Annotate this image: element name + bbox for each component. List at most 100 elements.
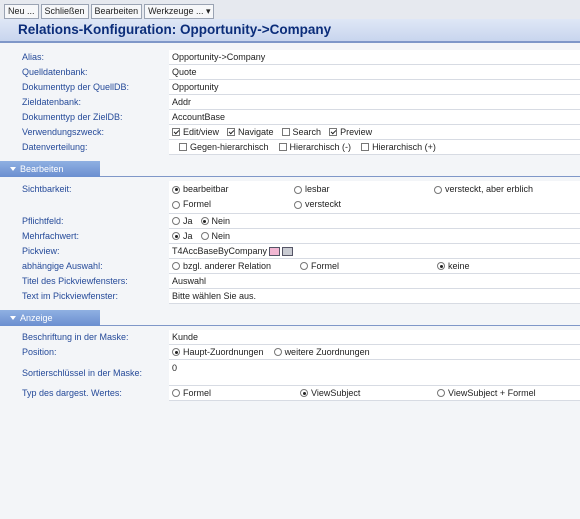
tools-dropdown-button[interactable]: Werkzeuge ... ▾ [144, 3, 215, 19]
target-db-row: Zieldatenbank: Addr [0, 95, 580, 110]
target-db-label: Zieldatenbank: [22, 97, 82, 107]
checkbox-icon[interactable] [278, 143, 287, 151]
edit-button[interactable]: Bearbeiten [90, 3, 143, 19]
position-option-other[interactable]: weitere Zuordnungen [273, 346, 370, 359]
radio-icon[interactable] [172, 217, 180, 225]
radio-icon[interactable] [300, 389, 308, 397]
position-option-main[interactable]: Haupt-Zuordnungen [172, 346, 264, 359]
caption-value[interactable]: Kunde [169, 330, 580, 345]
required-option-no[interactable]: Nein [200, 215, 231, 228]
usage-option-preview[interactable]: Preview [329, 126, 372, 139]
doc-type-target-label: Dokumenttyp der ZielDB: [22, 112, 123, 122]
type-option-viewsubject[interactable]: ViewSubject [300, 387, 437, 400]
doc-type-target-value[interactable]: AccountBase [169, 110, 580, 125]
source-db-value[interactable]: Quote [169, 65, 580, 80]
display-section: Beschriftung in der Maske: Kunde Positio… [0, 330, 580, 401]
usage-options: Edit/view Navigate Search Preview [169, 125, 580, 140]
dependent-option-label: Formel [311, 260, 340, 271]
multi-option-label: Nein [211, 230, 231, 241]
visibility-options: bearbeitbar lesbar versteckt, aber erbli… [169, 181, 580, 214]
data-dist-option-counter[interactable]: Gegen-hierarchisch [179, 141, 269, 154]
radio-icon[interactable] [200, 217, 209, 225]
radio-icon[interactable] [434, 185, 442, 194]
type-option-formula[interactable]: Formel [172, 387, 300, 400]
pickview-select-icon[interactable] [269, 246, 281, 256]
alias-value[interactable]: Opportunity->Company [169, 50, 580, 65]
position-option-label: Haupt-Zuordnungen [183, 346, 264, 357]
visibility-option-hidden[interactable]: versteckt [294, 198, 434, 211]
dependent-options: bzgl. anderer Relation Formel keine [169, 259, 580, 274]
radio-icon[interactable] [172, 200, 180, 209]
radio-icon[interactable] [172, 185, 180, 194]
dependent-label: abhängige Auswahl: [22, 261, 103, 271]
collapse-triangle-icon [10, 316, 16, 320]
visibility-option-formula[interactable]: Formel [172, 198, 294, 211]
visibility-option-readable[interactable]: lesbar [294, 183, 434, 196]
data-dist-option-minus[interactable]: Hierarchisch (-) [278, 141, 352, 154]
checkbox-icon[interactable] [361, 143, 370, 151]
usage-option-navigate[interactable]: Navigate [227, 126, 274, 139]
general-section: Alias: Opportunity->Company Quelldatenba… [0, 50, 580, 155]
usage-option-search[interactable]: Search [281, 126, 322, 139]
close-button[interactable]: Schließen [40, 3, 89, 19]
new-button[interactable]: Neu ... [4, 3, 39, 19]
toolbar: Neu ... Schließen Bearbeiten Werkzeuge .… [0, 0, 580, 19]
position-options: Haupt-Zuordnungen weitere Zuordnungen [169, 345, 580, 360]
radio-icon[interactable] [437, 262, 445, 270]
dependent-option-none[interactable]: keine [437, 260, 470, 273]
pickview-name: T4AccBaseByCompany [172, 245, 268, 256]
radio-icon[interactable] [172, 348, 180, 356]
required-label: Pflichtfeld: [22, 216, 64, 226]
radio-icon[interactable] [294, 185, 302, 194]
divider [100, 176, 580, 177]
multi-option-no[interactable]: Nein [200, 230, 231, 243]
radio-icon[interactable] [172, 232, 180, 240]
position-row: Position: Haupt-Zuordnungen weitere Zuor… [0, 345, 580, 360]
usage-option-editview[interactable]: Edit/view [172, 126, 219, 139]
radio-icon[interactable] [200, 232, 209, 240]
pick-text-row: Text im Pickviewfenster: Bitte wählen Si… [0, 289, 580, 304]
radio-icon[interactable] [172, 389, 180, 397]
sort-value[interactable]: 0 [169, 360, 580, 386]
dependent-option-relation[interactable]: bzgl. anderer Relation [172, 260, 300, 273]
data-dist-option-label: Hierarchisch (-) [289, 141, 352, 152]
pick-text-value[interactable]: Bitte wählen Sie aus. [169, 289, 580, 304]
display-section-title: Anzeige [20, 313, 53, 323]
radio-icon[interactable] [273, 348, 282, 356]
checkbox-icon[interactable] [281, 128, 290, 136]
target-db-value[interactable]: Addr [169, 95, 580, 110]
display-section-tab[interactable]: Anzeige [0, 310, 100, 326]
edit-section-header[interactable]: Bearbeiten [0, 161, 580, 177]
display-section-header[interactable]: Anzeige [0, 310, 580, 326]
visibility-option-editable[interactable]: bearbeitbar [172, 183, 294, 196]
type-row: Typ des dargest. Wertes: Formel ViewSubj… [0, 386, 580, 401]
type-label: Typ des dargest. Wertes: [22, 388, 122, 398]
caption-label: Beschriftung in der Maske: [22, 332, 129, 342]
multi-option-yes[interactable]: Ja [172, 230, 193, 243]
visibility-option-hidden-inherited[interactable]: versteckt, aber erblich [434, 183, 533, 196]
required-option-yes[interactable]: Ja [172, 215, 193, 228]
checkbox-icon[interactable] [329, 128, 338, 136]
visibility-option-label: Formel [183, 199, 212, 209]
data-dist-option-plus[interactable]: Hierarchisch (+) [361, 141, 436, 154]
dependent-option-formula[interactable]: Formel [300, 260, 437, 273]
checkbox-icon[interactable] [227, 128, 236, 136]
required-option-label: Nein [211, 215, 231, 226]
pick-title-value[interactable]: Auswahl [169, 274, 580, 289]
edit-section-tab[interactable]: Bearbeiten [0, 161, 100, 177]
pickview-browse-icon[interactable] [282, 246, 294, 256]
radio-icon[interactable] [294, 200, 302, 209]
data-dist-option-label: Gegen-hierarchisch [190, 141, 269, 152]
radio-icon[interactable] [172, 262, 180, 270]
doc-type-source-row: Dokumenttyp der QuellDB: Opportunity [0, 80, 580, 95]
radio-icon[interactable] [437, 389, 445, 397]
type-option-viewsubject-formula[interactable]: ViewSubject + Formel [437, 387, 536, 400]
radio-icon[interactable] [300, 262, 308, 270]
dependent-option-label: keine [448, 260, 470, 271]
doc-type-source-value[interactable]: Opportunity [169, 80, 580, 95]
usage-option-label: Search [292, 126, 322, 137]
pickview-value[interactable]: T4AccBaseByCompany [169, 244, 580, 259]
checkbox-icon[interactable] [179, 143, 187, 151]
data-dist-option-label: Hierarchisch (+) [372, 141, 436, 152]
checkbox-icon[interactable] [172, 128, 180, 136]
